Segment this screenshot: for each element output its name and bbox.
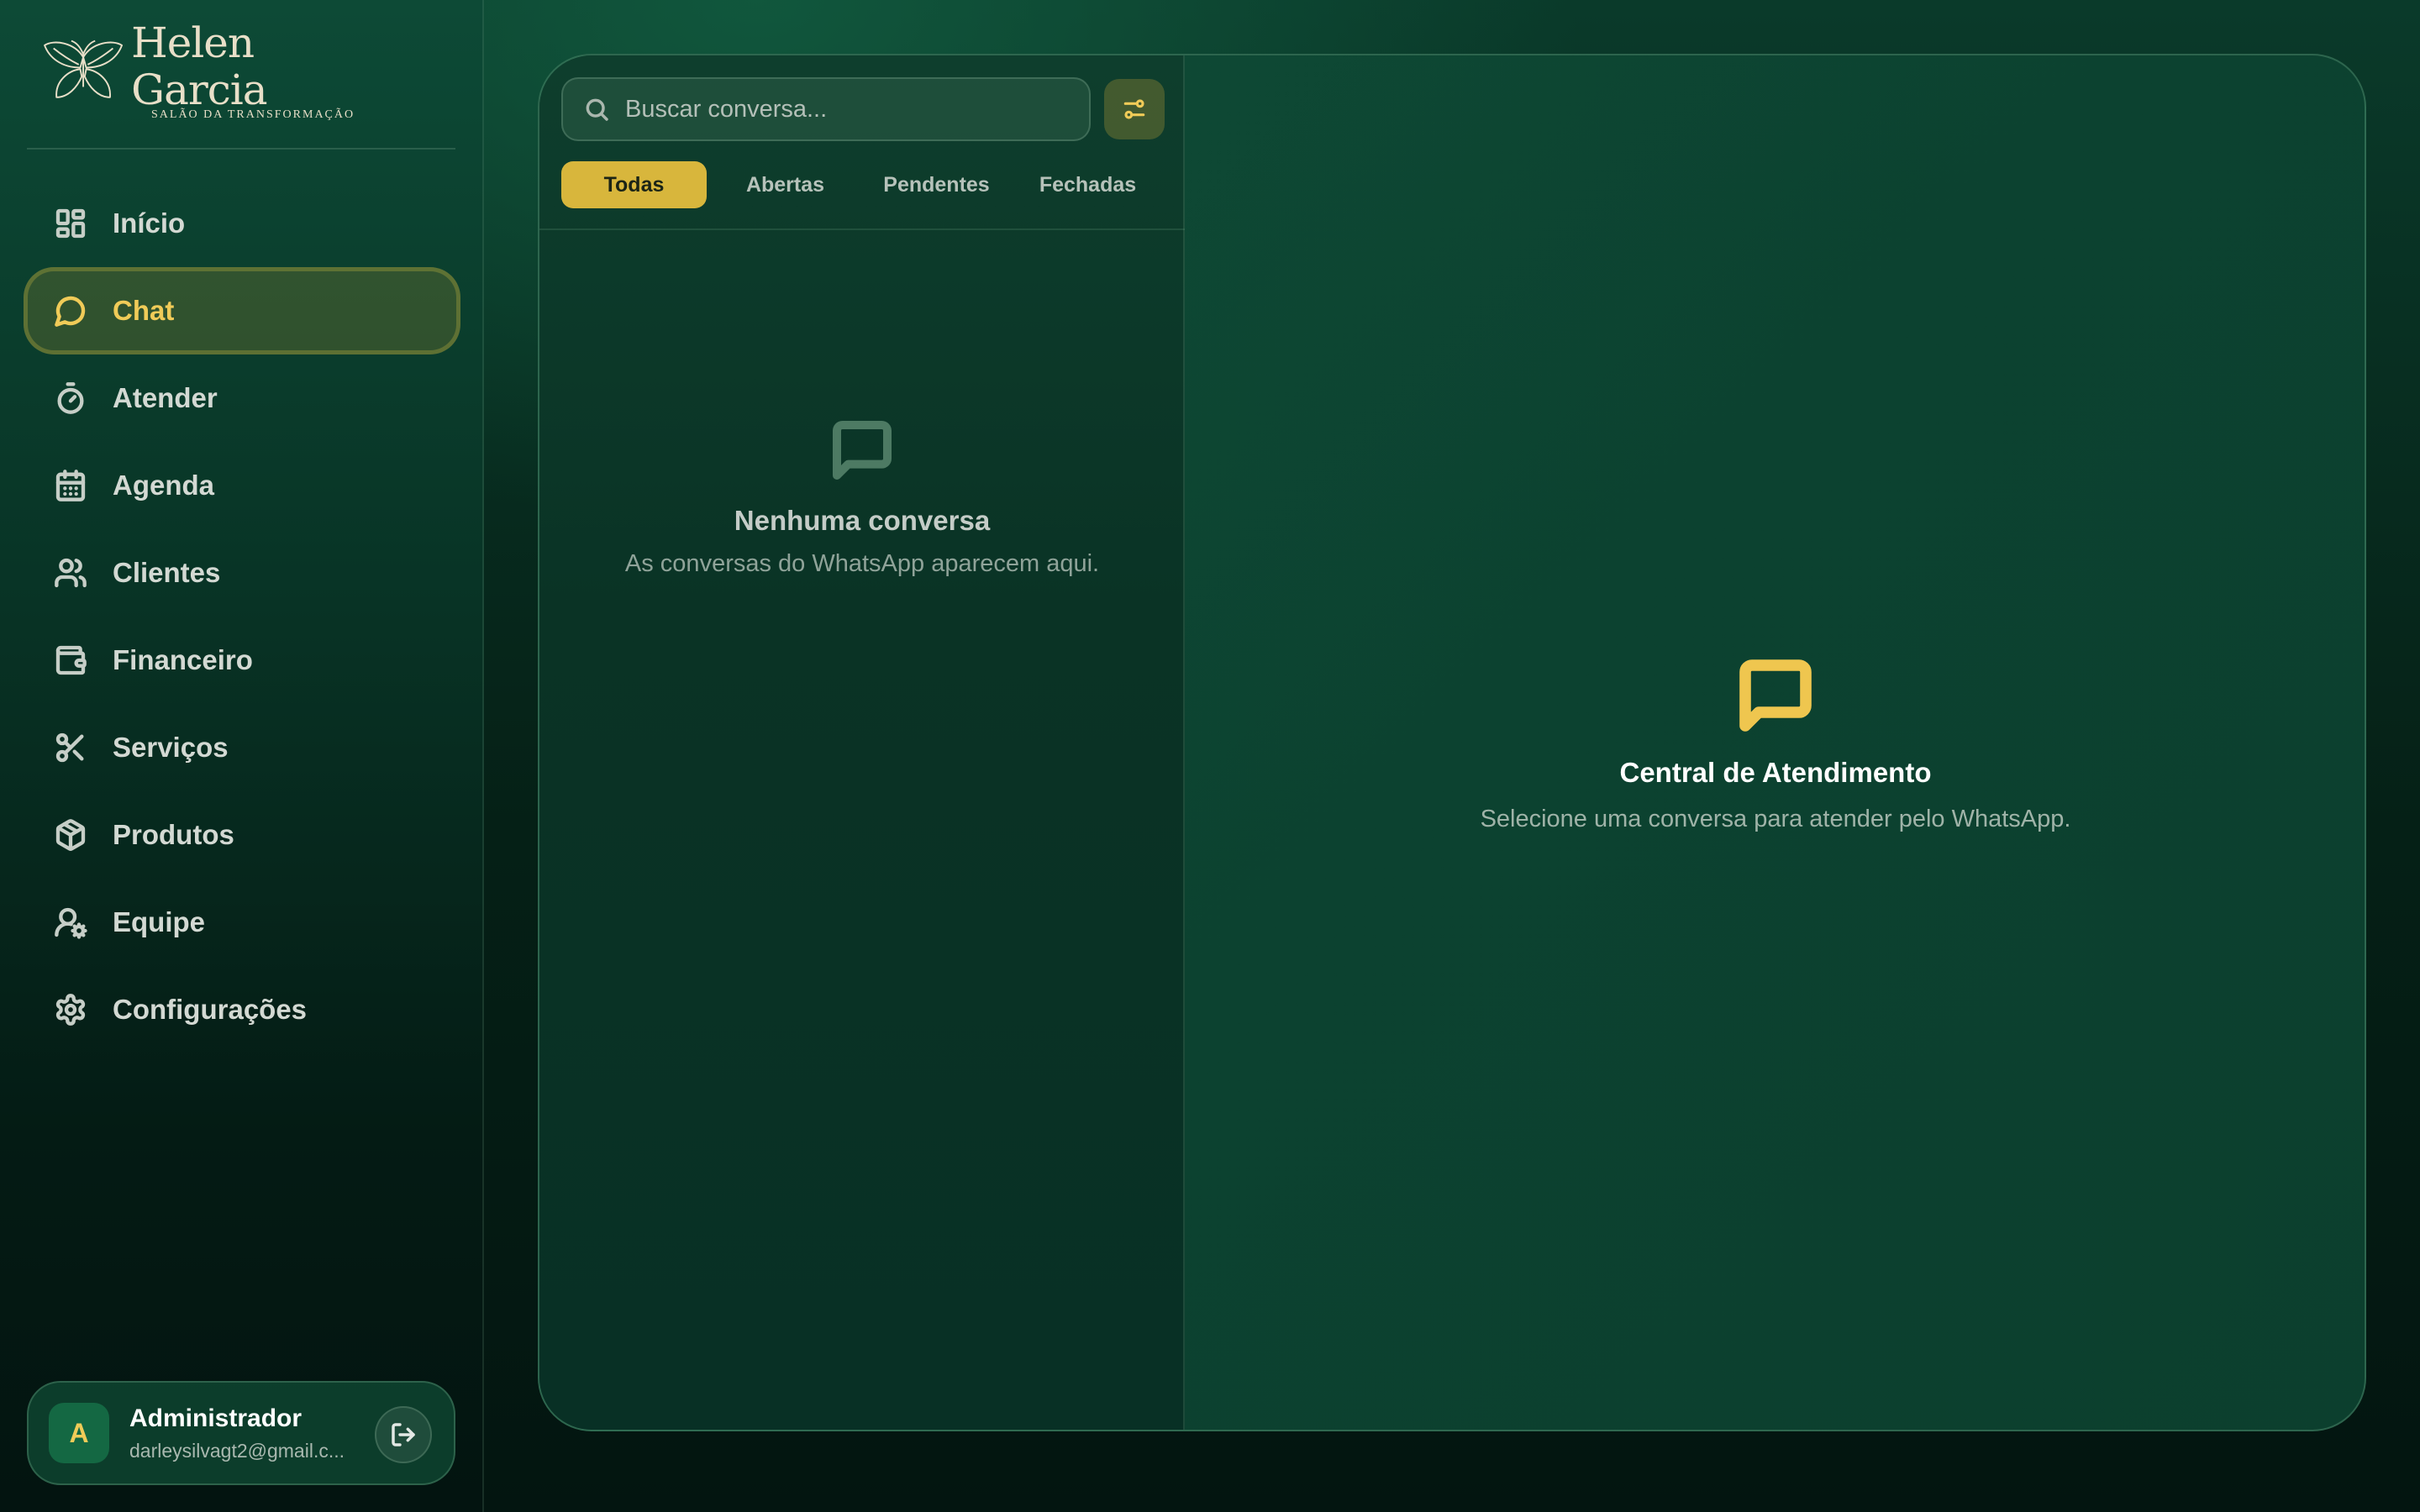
filter-button[interactable] — [1104, 79, 1165, 139]
sidebar-item-label: Agenda — [113, 470, 215, 501]
conversation-detail: Central de Atendimento Selecione uma con… — [1186, 55, 2365, 1430]
app-window: Helen Garcia SALÃO DA TRANSFORMAÇÃO Iníc… — [0, 0, 2420, 1512]
empty-state: Nenhuma conversa As conversas do WhatsAp… — [539, 417, 1185, 578]
tab-fechadas[interactable]: Fechadas — [1015, 161, 1160, 208]
conversation-list: Todas Abertas Pendentes Fechadas Nenhuma… — [539, 55, 1185, 1430]
butterfly-logo-icon — [44, 39, 124, 98]
empty-title: Nenhuma conversa — [734, 505, 991, 536]
message-square-icon — [1739, 659, 1812, 732]
avatar: A — [49, 1403, 109, 1463]
user-name: Administrador — [129, 1404, 302, 1432]
chat-icon — [54, 294, 87, 328]
sidebar-item-label: Serviços — [113, 732, 229, 763]
sidebar-item-chat[interactable]: Chat — [24, 267, 460, 354]
sidebar-item-configuracoes[interactable]: Configurações — [24, 966, 460, 1053]
detail-title: Central de Atendimento — [1619, 757, 1932, 788]
scissors-icon — [54, 731, 87, 764]
sidebar-item-label: Produtos — [113, 819, 234, 850]
gear-icon — [54, 993, 87, 1026]
sidebar-item-label: Configurações — [113, 994, 308, 1025]
sidebar-item-inicio[interactable]: Início — [24, 180, 460, 267]
sidebar-divider — [27, 148, 455, 150]
sidebar-item-label: Clientes — [113, 557, 221, 588]
sidebar-item-label: Atender — [113, 382, 218, 413]
user-gear-icon — [54, 906, 87, 939]
stopwatch-icon — [54, 381, 87, 415]
logout-icon — [392, 1423, 415, 1446]
sidebar-item-financeiro[interactable]: Financeiro — [24, 617, 460, 704]
brand-logo[interactable]: Helen Garcia SALÃO DA TRANSFORMAÇÃO — [39, 19, 375, 121]
logout-button[interactable] — [375, 1406, 432, 1463]
sidebar-item-label: Financeiro — [113, 644, 253, 675]
search-icon — [586, 98, 608, 121]
sidebar-item-clientes[interactable]: Clientes — [24, 529, 460, 617]
status-tabs: Todas Abertas Pendentes Fechadas — [561, 161, 1166, 208]
sliders-icon — [1123, 99, 1145, 119]
empty-subtitle: As conversas do WhatsApp aparecem aqui. — [624, 550, 1100, 577]
wallet-icon — [54, 643, 87, 677]
search-box[interactable] — [561, 77, 1091, 141]
detail-subtitle: Selecione uma conversa para atender pelo… — [1480, 806, 2071, 832]
sidebar-item-produtos[interactable]: Produtos — [24, 791, 460, 879]
brand-name: Helen Garcia — [131, 18, 267, 114]
sidebar-item-label: Início — [113, 207, 186, 239]
sidebar: Helen Garcia SALÃO DA TRANSFORMAÇÃO Iníc… — [0, 0, 484, 1512]
sidebar-item-atender[interactable]: Atender — [24, 354, 460, 442]
sidebar-item-label: Equipe — [113, 906, 206, 937]
tab-abertas[interactable]: Abertas — [713, 161, 858, 208]
brand-tagline: SALÃO DA TRANSFORMAÇÃO — [151, 108, 355, 121]
sidebar-item-label: Chat — [113, 295, 175, 326]
grid-icon — [54, 207, 87, 240]
search-input[interactable] — [625, 95, 1079, 123]
sidebar-item-equipe[interactable]: Equipe — [24, 879, 460, 966]
tab-pendentes[interactable]: Pendentes — [864, 161, 1009, 208]
users-icon — [54, 556, 87, 590]
user-card: A Administrador darleysilvagt2@gmail.c..… — [27, 1381, 455, 1485]
sidebar-item-agenda[interactable]: Agenda — [24, 442, 460, 529]
sidebar-nav: Início Chat Atender Agenda Clientes Fina… — [24, 180, 460, 1053]
user-email: darleysilvagt2@gmail.c... — [129, 1439, 345, 1462]
sidebar-item-servicos[interactable]: Serviços — [24, 704, 460, 791]
calendar-icon — [54, 469, 87, 502]
detail-placeholder: Central de Atendimento Selecione uma con… — [1186, 655, 2365, 833]
list-divider — [539, 228, 1185, 230]
package-icon — [54, 818, 87, 852]
tab-todas[interactable]: Todas — [561, 161, 707, 208]
chat-panel: Todas Abertas Pendentes Fechadas Nenhuma… — [538, 54, 2366, 1431]
chat-bubble-icon — [833, 421, 892, 480]
